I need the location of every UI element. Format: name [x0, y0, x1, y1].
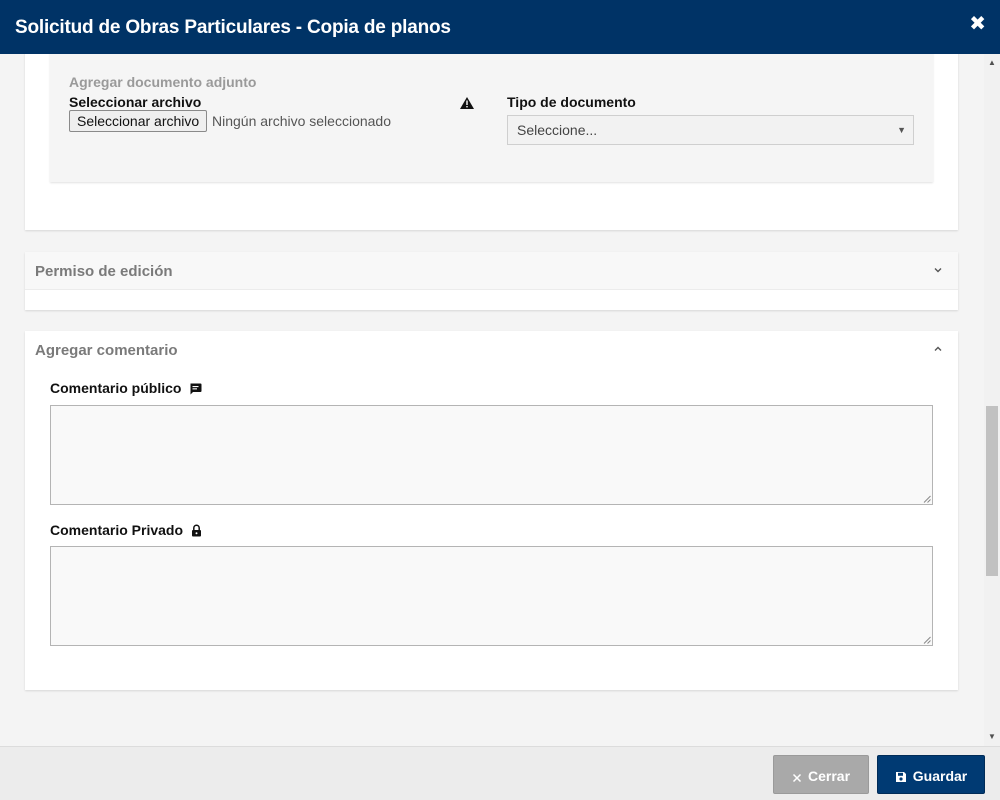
- guardar-label: Guardar: [912, 768, 968, 784]
- cerrar-label: Cerrar: [807, 768, 851, 784]
- permiso-edicion-title: Permiso de edición: [35, 263, 173, 280]
- modal-title: Solicitud de Obras Particulares - Copia …: [15, 17, 451, 38]
- cerrar-button[interactable]: Cerrar: [773, 755, 869, 794]
- scroll-up-icon[interactable]: ▲: [984, 56, 1000, 70]
- vertical-scrollbar[interactable]: ▲ ▼: [984, 54, 1000, 746]
- modal-header: Solicitud de Obras Particulares - Copia …: [0, 0, 1000, 54]
- dropdown-caret-icon: ▼: [897, 125, 906, 135]
- public-comment-textarea[interactable]: [50, 405, 933, 505]
- public-comment-label: Comentario público: [50, 380, 202, 396]
- save-icon: [895, 772, 906, 782]
- public-comment-label-text: Comentario público: [50, 380, 182, 396]
- file-label: Seleccionar archivo: [69, 94, 202, 110]
- lock-icon: [191, 524, 201, 537]
- comment-section-header[interactable]: Agregar comentario: [25, 331, 958, 369]
- document-type-value: Seleccione...: [517, 122, 598, 138]
- permiso-edicion-section: Permiso de edición: [25, 252, 958, 310]
- attachment-heading: Agregar documento adjunto: [69, 74, 257, 90]
- resize-grip-icon[interactable]: [923, 636, 931, 644]
- scroll-down-icon[interactable]: ▼: [984, 730, 1000, 744]
- permiso-edicion-header[interactable]: Permiso de edición: [25, 252, 958, 290]
- file-status: Ningún archivo seleccionado: [212, 113, 391, 129]
- comment-section: Agregar comentario Comentario público Co…: [25, 331, 958, 690]
- warning-icon: [460, 97, 474, 109]
- document-type-select[interactable]: Seleccione... ▼: [507, 115, 914, 145]
- private-comment-label: Comentario Privado: [50, 522, 202, 538]
- scrollbar-thumb[interactable]: [986, 406, 998, 576]
- modal-body[interactable]: Agregar documento adjunto Seleccionar ar…: [0, 54, 984, 746]
- comment-section-title: Agregar comentario: [35, 342, 178, 359]
- private-comment-textarea[interactable]: [50, 546, 933, 646]
- select-file-button[interactable]: Seleccionar archivo: [69, 110, 208, 132]
- chevron-down-icon: [934, 268, 942, 273]
- modal-footer: Cerrar Guardar: [0, 746, 1000, 800]
- documents-card: Agregar documento adjunto Seleccionar ar…: [25, 54, 958, 230]
- document-type-label: Tipo de documento: [507, 94, 636, 110]
- private-comment-label-text: Comentario Privado: [50, 522, 184, 538]
- comment-icon: [190, 383, 202, 395]
- close-icon[interactable]: ✖: [969, 14, 986, 34]
- chevron-up-icon: [934, 346, 942, 351]
- guardar-button[interactable]: Guardar: [877, 755, 985, 794]
- close-x-icon: [792, 773, 802, 783]
- attachment-panel: Agregar documento adjunto Seleccionar ar…: [50, 54, 933, 182]
- resize-grip-icon[interactable]: [923, 495, 931, 503]
